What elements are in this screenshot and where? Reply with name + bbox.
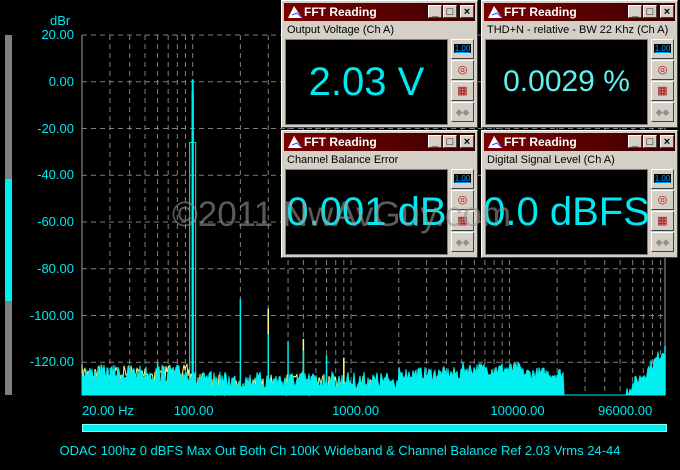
reading-label: Digital Signal Level (Ch A) <box>487 154 615 166</box>
maximize-button[interactable]: □ <box>443 5 457 18</box>
minimize-button[interactable]: _ <box>628 5 642 18</box>
app-logo-icon <box>488 6 502 18</box>
format-button[interactable]: 1.00 <box>451 39 474 59</box>
app-logo-icon <box>288 6 302 18</box>
arrows-icon: ◆◆ <box>455 107 470 117</box>
calendar-icon: ▦ <box>457 215 468 227</box>
minimize-button[interactable]: _ <box>428 5 442 18</box>
maximize-button[interactable]: □ <box>643 5 657 18</box>
target-icon: ◎ <box>457 64 468 76</box>
title-bar[interactable]: FFT Reading _ □ × <box>484 133 675 151</box>
minimize-button[interactable]: _ <box>428 135 442 148</box>
fft-reading-window[interactable]: FFT Reading _ □ × Channel Balance Error … <box>281 130 478 258</box>
format-icon: 1.00 <box>453 174 472 183</box>
reading-value: 2.03 V <box>308 59 425 104</box>
arrows-button[interactable]: ◆◆ <box>651 102 674 122</box>
reading-label: Channel Balance Error <box>287 154 399 166</box>
reading-display: 0.001 dB <box>285 169 448 255</box>
app-logo-icon <box>488 136 502 148</box>
close-button[interactable]: × <box>460 135 474 148</box>
chart-caption: ODAC 100hz 0 dBFS Max Out Both Ch 100K W… <box>59 443 621 458</box>
close-button[interactable]: × <box>460 5 474 18</box>
format-icon: 1.00 <box>653 44 672 53</box>
reading-value: 0.0 dBFS <box>483 189 650 234</box>
format-icon: 1.00 <box>653 174 672 183</box>
reading-value: 0.0029 % <box>503 65 630 98</box>
close-button[interactable]: × <box>660 135 674 148</box>
target-icon: ◎ <box>657 64 668 76</box>
arrows-button[interactable]: ◆◆ <box>451 232 474 252</box>
fft-reading-window[interactable]: FFT Reading _ □ × THD+N - relative - BW … <box>481 0 678 128</box>
arrows-icon: ◆◆ <box>655 107 670 117</box>
format-button[interactable]: 1.00 <box>651 169 674 189</box>
minimize-button[interactable]: _ <box>628 135 642 148</box>
arrows-button[interactable]: ◆◆ <box>451 102 474 122</box>
arrows-icon: ◆◆ <box>455 237 470 247</box>
reading-display: 2.03 V <box>285 39 448 125</box>
title-bar[interactable]: FFT Reading _ □ × <box>284 133 475 151</box>
record-button[interactable]: ◎ <box>651 190 674 210</box>
window-title: FFT Reading <box>504 135 577 149</box>
arrows-button[interactable]: ◆◆ <box>651 232 674 252</box>
frequency-scrollbar[interactable] <box>82 424 667 432</box>
maximize-button[interactable]: □ <box>443 135 457 148</box>
app-logo-icon <box>288 136 302 148</box>
window-title: FFT Reading <box>304 135 377 149</box>
format-button[interactable]: 1.00 <box>451 169 474 189</box>
reading-display: 0.0029 % <box>485 39 648 125</box>
calendar-icon: ▦ <box>657 85 668 97</box>
window-title: FFT Reading <box>504 5 577 19</box>
target-icon: ◎ <box>457 194 468 206</box>
arrows-icon: ◆◆ <box>655 237 670 247</box>
reading-label: Output Voltage (Ch A) <box>287 24 395 36</box>
log-button[interactable]: ▦ <box>651 211 674 231</box>
log-button[interactable]: ▦ <box>651 81 674 101</box>
close-button[interactable]: × <box>660 5 674 18</box>
fft-reading-window[interactable]: FFT Reading _ □ × Output Voltage (Ch A) … <box>281 0 478 128</box>
reading-value: 0.001 dB <box>286 189 447 234</box>
target-icon: ◎ <box>657 194 668 206</box>
log-button[interactable]: ▦ <box>451 211 474 231</box>
record-button[interactable]: ◎ <box>451 60 474 80</box>
title-bar[interactable]: FFT Reading _ □ × <box>284 3 475 21</box>
calendar-icon: ▦ <box>657 215 668 227</box>
window-title: FFT Reading <box>304 5 377 19</box>
maximize-button[interactable]: □ <box>643 135 657 148</box>
record-button[interactable]: ◎ <box>651 60 674 80</box>
format-button[interactable]: 1.00 <box>651 39 674 59</box>
title-bar[interactable]: FFT Reading _ □ × <box>484 3 675 21</box>
format-icon: 1.00 <box>453 44 472 53</box>
spectrum-ch-a <box>81 351 666 396</box>
log-button[interactable]: ▦ <box>451 81 474 101</box>
record-button[interactable]: ◎ <box>451 190 474 210</box>
fft-reading-window[interactable]: FFT Reading _ □ × Digital Signal Level (… <box>481 130 678 258</box>
reading-display: 0.0 dBFS <box>483 169 650 255</box>
reading-label: THD+N - relative - BW 22 Khz (Ch A) <box>487 24 669 36</box>
calendar-icon: ▦ <box>457 85 468 97</box>
